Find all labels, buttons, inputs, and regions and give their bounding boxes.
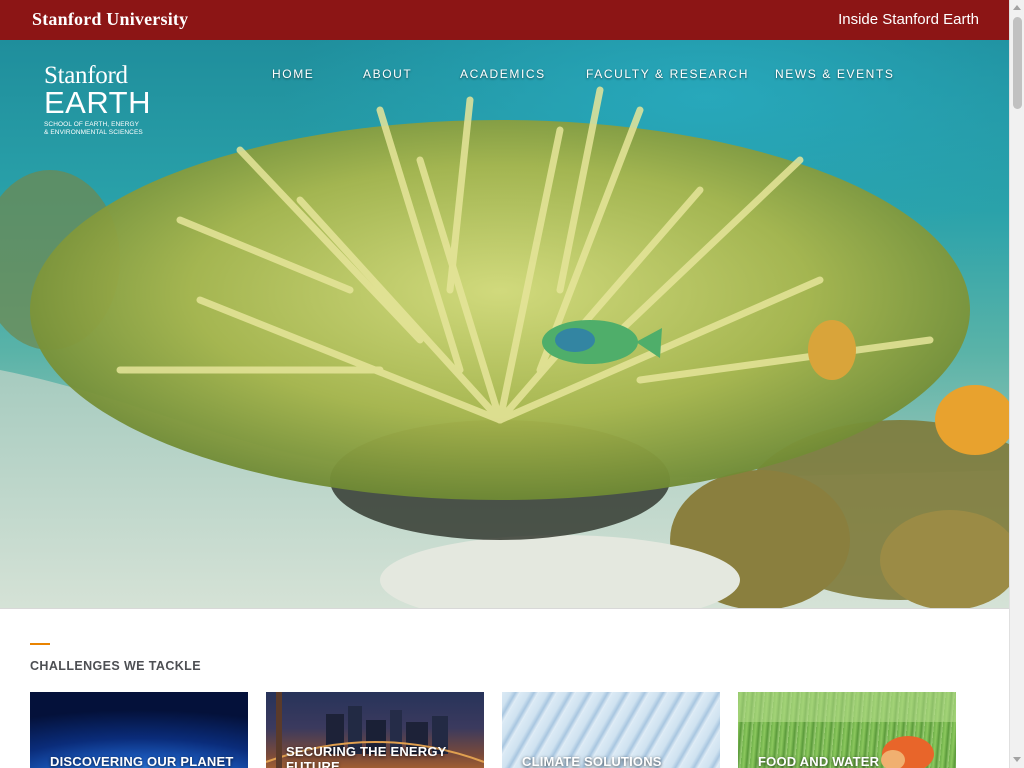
scroll-down-icon[interactable]: [1013, 757, 1021, 762]
card-label: SECURING THE ENERGY FUTURE: [286, 744, 447, 768]
section-title: CHALLENGES WE TACKLE: [30, 659, 201, 673]
card-label: DISCOVERING OUR PLANET: [50, 754, 234, 768]
inside-stanford-earth-link[interactable]: Inside Stanford Earth: [838, 11, 979, 28]
logo-school-text: School of Earth, Energy: [44, 121, 140, 128]
stanford-earth-logo[interactable]: Stanford EARTH School of Earth, Energy &…: [44, 63, 154, 137]
nav-home[interactable]: HOME: [272, 67, 314, 81]
section-accent-line: [30, 643, 50, 645]
card-label: CLIMATE SOLUTIONS: [522, 754, 662, 768]
page: Stanford University Inside Stanford Eart…: [0, 0, 1009, 768]
logo-earth-text: EARTH: [44, 85, 152, 120]
scroll-up-icon[interactable]: [1013, 5, 1021, 10]
nav-faculty-research[interactable]: FACULTY & RESEARCH: [586, 67, 749, 81]
card-climate-solutions[interactable]: CLIMATE SOLUTIONS: [502, 692, 720, 768]
global-header: Stanford University Inside Stanford Eart…: [0, 0, 1009, 40]
nav-about[interactable]: ABOUT: [363, 67, 412, 81]
page-scrollbar[interactable]: [1009, 0, 1024, 768]
scrollbar-thumb[interactable]: [1013, 17, 1022, 109]
card-securing-energy-future[interactable]: SECURING THE ENERGY FUTURE: [266, 692, 484, 768]
card-food-water-security[interactable]: FOOD AND WATER SECURITY: [738, 692, 956, 768]
card-label: FOOD AND WATER SECURITY: [758, 754, 880, 768]
card-discovering-our-planet[interactable]: DISCOVERING OUR PLANET: [30, 692, 248, 768]
stanford-university-link[interactable]: Stanford University: [32, 9, 188, 30]
challenges-section: CHALLENGES WE TACKLE DISCOVERING OUR PLA…: [0, 608, 1009, 768]
hero-video: Stanford EARTH School of Earth, Energy &…: [0, 40, 1009, 608]
logo-sciences-text: & Environmental Sciences: [44, 129, 143, 136]
nav-academics[interactable]: ACADEMICS: [460, 67, 546, 81]
nav-news-events[interactable]: NEWS & EVENTS: [775, 67, 894, 81]
